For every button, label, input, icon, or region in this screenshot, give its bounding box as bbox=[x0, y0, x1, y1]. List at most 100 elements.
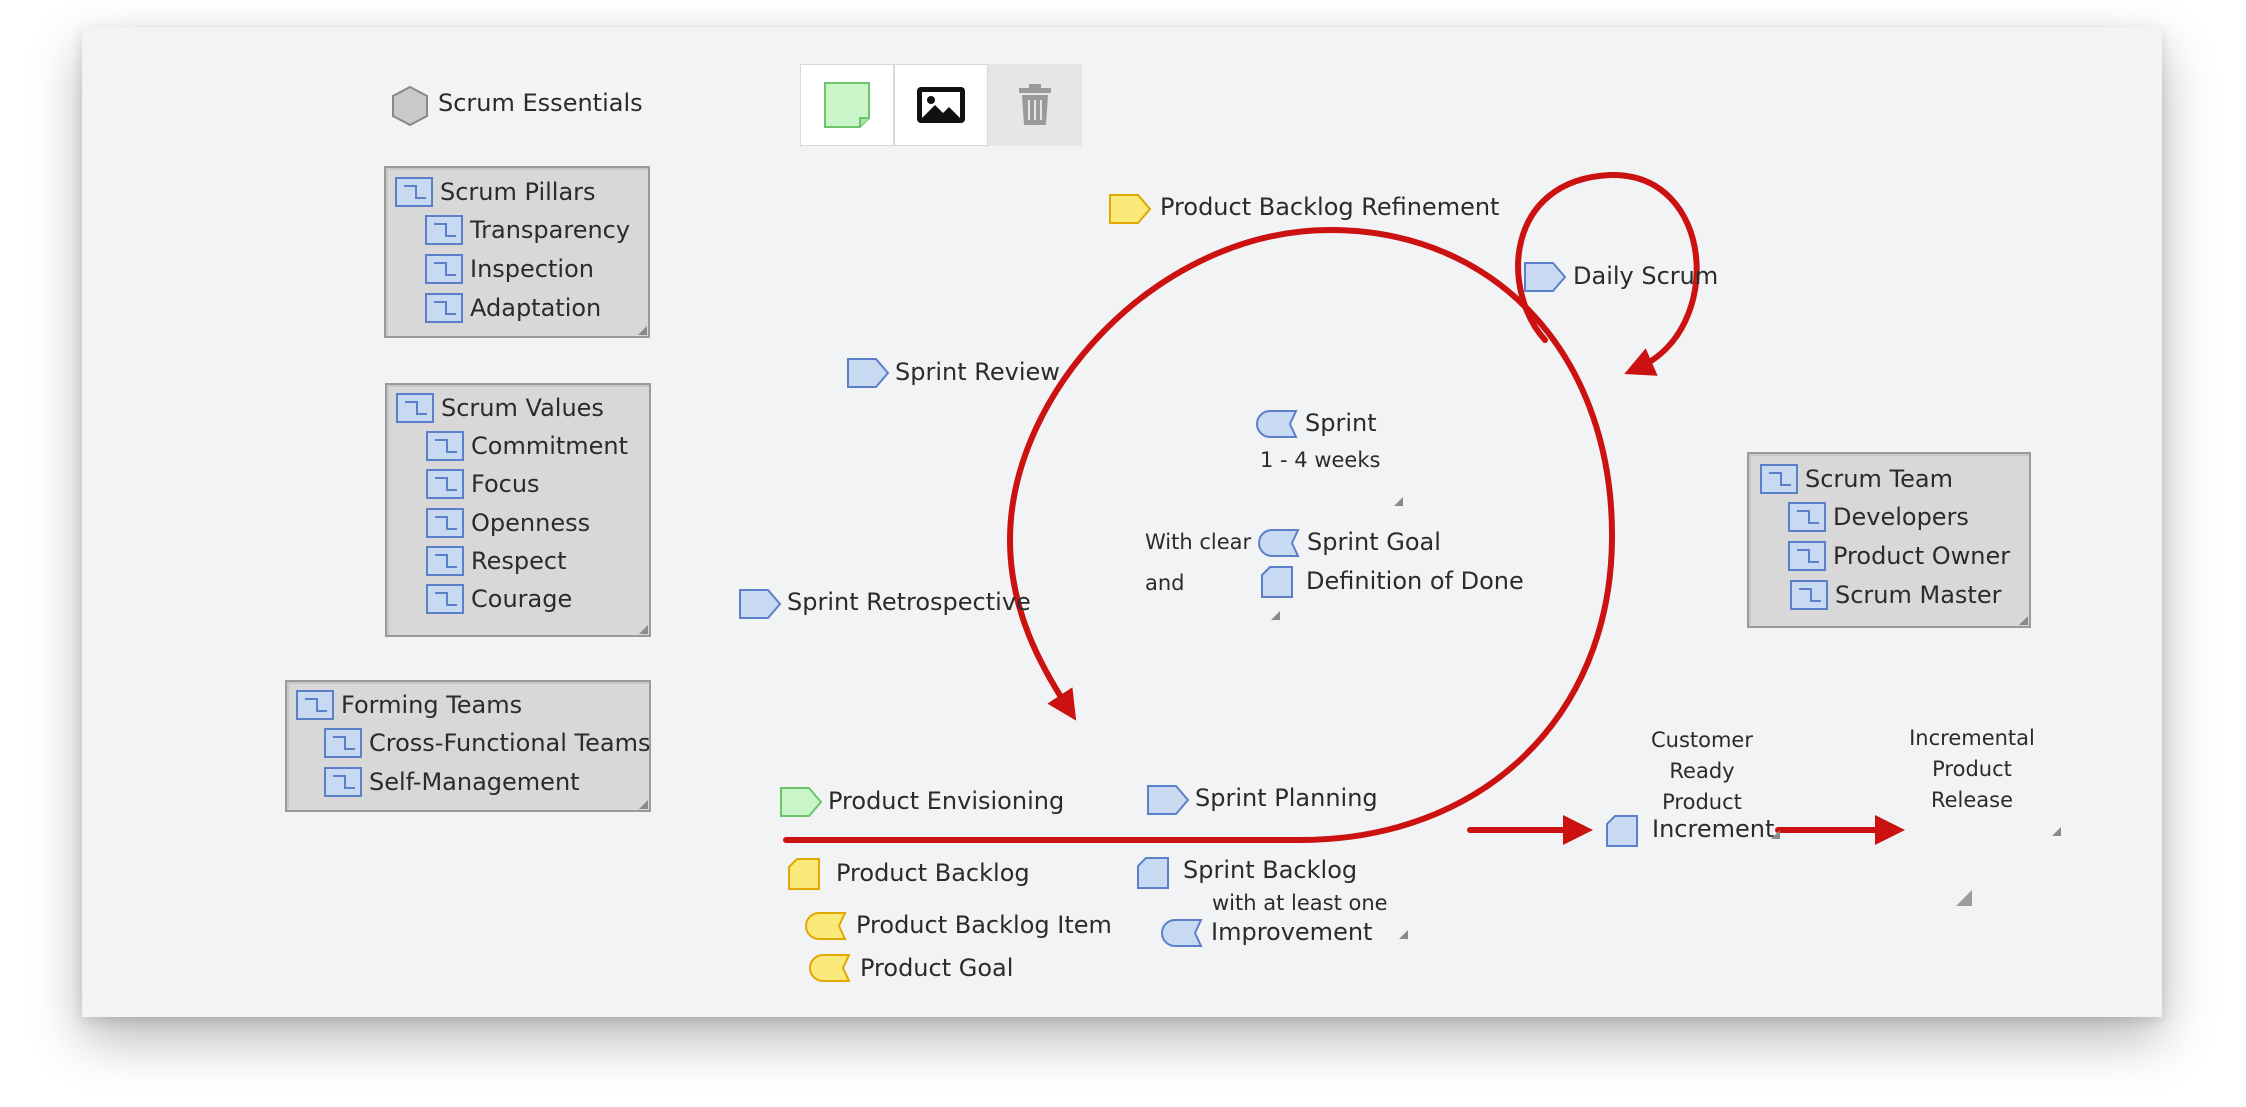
resize-handle[interactable] bbox=[638, 326, 647, 335]
event-tag-icon bbox=[1109, 194, 1152, 224]
item-label: Commitment bbox=[471, 432, 629, 460]
list-item[interactable]: Respect bbox=[425, 544, 566, 578]
with-at-least-one-text: with at least one bbox=[1212, 891, 1388, 915]
sprint-duration: 1 - 4 weeks bbox=[1260, 448, 1381, 472]
list-item[interactable]: Openness bbox=[425, 506, 590, 540]
resize-handle[interactable] bbox=[639, 625, 648, 634]
and-text: and bbox=[1145, 571, 1185, 595]
role-icon bbox=[296, 690, 334, 720]
artifact-icon bbox=[1261, 566, 1293, 598]
product-backlog-item-label[interactable]: Product Backlog Item bbox=[856, 910, 1112, 940]
increment-label[interactable]: Increment bbox=[1652, 814, 1774, 844]
resize-handle[interactable] bbox=[639, 800, 648, 809]
event-sprint-planning[interactable]: Sprint Planning bbox=[1195, 783, 1378, 813]
list-item[interactable]: Developers bbox=[1787, 500, 1969, 534]
role-icon bbox=[425, 293, 463, 323]
sprint-label[interactable]: Sprint bbox=[1305, 408, 1377, 438]
resize-handle[interactable] bbox=[1399, 930, 1408, 939]
event-product-envisioning[interactable]: Product Envisioning bbox=[828, 786, 1064, 816]
role-icon bbox=[324, 728, 362, 758]
event-tag-icon bbox=[1524, 262, 1567, 292]
item-label: Respect bbox=[471, 547, 567, 575]
resize-handle[interactable] bbox=[1771, 830, 1780, 839]
resize-handle[interactable] bbox=[2019, 616, 2028, 625]
add-image-button[interactable] bbox=[894, 64, 988, 146]
item-label: Transparency bbox=[470, 216, 631, 244]
role-icon bbox=[425, 215, 463, 245]
group-scrum-values[interactable]: Scrum Values Commitment Focus Openness R… bbox=[385, 383, 651, 637]
release-line-3: Release bbox=[1930, 788, 2014, 812]
release-line-2: Product bbox=[1932, 757, 2012, 781]
artifact-icon bbox=[788, 858, 820, 890]
item-label: Focus bbox=[471, 470, 540, 498]
item-label: Scrum Master bbox=[1835, 581, 2002, 609]
list-item[interactable]: Transparency bbox=[424, 213, 630, 247]
resize-handle[interactable] bbox=[2052, 827, 2061, 836]
commitment-icon bbox=[1161, 919, 1203, 947]
product-backlog-label[interactable]: Product Backlog bbox=[836, 858, 1030, 888]
event-sprint-retrospective[interactable]: Sprint Retrospective bbox=[787, 587, 1031, 617]
role-icon bbox=[1790, 580, 1828, 610]
product-goal-label[interactable]: Product Goal bbox=[860, 953, 1013, 983]
commitment-icon bbox=[1258, 529, 1300, 557]
item-label: Cross-Functional Teams bbox=[369, 729, 651, 757]
add-note-button[interactable] bbox=[800, 64, 894, 146]
event-tag-icon bbox=[1147, 785, 1190, 815]
resize-handle[interactable] bbox=[1956, 890, 1972, 906]
list-item[interactable]: Scrum Master bbox=[1789, 578, 2001, 612]
release-line-1: Incremental bbox=[1909, 726, 2035, 750]
role-icon bbox=[1788, 502, 1826, 532]
artifact-icon bbox=[1606, 815, 1638, 847]
hexagon-icon bbox=[392, 85, 428, 127]
role-icon bbox=[426, 469, 464, 499]
definition-of-done-label[interactable]: Definition of Done bbox=[1306, 566, 1524, 596]
list-item[interactable]: Product Owner bbox=[1787, 539, 2010, 573]
item-label: Product Owner bbox=[1833, 542, 2011, 570]
list-item[interactable]: Commitment bbox=[425, 429, 628, 463]
list-item[interactable]: Courage bbox=[425, 582, 572, 616]
list-item[interactable]: Self-Management bbox=[323, 765, 580, 799]
commitment-icon bbox=[805, 912, 847, 940]
event-tag-icon bbox=[739, 589, 782, 619]
list-item[interactable]: Cross-Functional Teams bbox=[323, 726, 650, 760]
delete-button[interactable] bbox=[988, 64, 1082, 146]
group-scrum-team[interactable]: Scrum Team Developers Product Owner Scru… bbox=[1747, 452, 2031, 628]
group-header: Forming Teams bbox=[295, 688, 522, 722]
commitment-icon bbox=[809, 954, 851, 982]
toolbar bbox=[800, 64, 1082, 146]
event-tag-icon bbox=[847, 358, 890, 388]
sticky-note-icon bbox=[824, 82, 870, 128]
trash-icon bbox=[1019, 84, 1051, 125]
item-label: Adaptation bbox=[470, 294, 602, 322]
item-label: Openness bbox=[471, 509, 591, 537]
group-scrum-pillars[interactable]: Scrum Pillars Transparency Inspection Ad… bbox=[384, 166, 650, 338]
group-title: Scrum Values bbox=[441, 394, 604, 422]
group-header: Scrum Team bbox=[1759, 462, 1953, 496]
item-label: Developers bbox=[1833, 503, 1969, 531]
sprint-backlog-label[interactable]: Sprint Backlog bbox=[1183, 855, 1357, 885]
artifact-icon bbox=[1137, 857, 1169, 889]
diagram-title: Scrum Essentials bbox=[438, 89, 643, 117]
event-sprint-review[interactable]: Sprint Review bbox=[895, 357, 1060, 387]
list-item[interactable]: Adaptation bbox=[424, 291, 601, 325]
event-daily-scrum[interactable]: Daily Scrum bbox=[1573, 261, 1718, 291]
resize-handle[interactable] bbox=[1271, 611, 1280, 620]
role-icon bbox=[425, 254, 463, 284]
item-label: Inspection bbox=[470, 255, 594, 283]
group-title: Scrum Team bbox=[1805, 465, 1953, 493]
group-forming-teams[interactable]: Forming Teams Cross-Functional Teams Sel… bbox=[285, 680, 651, 812]
list-item[interactable]: Inspection bbox=[424, 252, 594, 286]
improvement-label[interactable]: Improvement bbox=[1211, 917, 1372, 947]
role-icon bbox=[426, 546, 464, 576]
resize-handle[interactable] bbox=[1394, 497, 1403, 506]
event-product-backlog-refinement[interactable]: Product Backlog Refinement bbox=[1160, 192, 1499, 222]
increment-line-1: Customer bbox=[1650, 728, 1753, 752]
role-icon bbox=[1788, 541, 1826, 571]
list-item[interactable]: Focus bbox=[425, 467, 540, 501]
role-icon bbox=[396, 393, 434, 423]
item-label: Self-Management bbox=[369, 768, 580, 796]
group-title: Forming Teams bbox=[341, 691, 523, 719]
role-icon bbox=[426, 584, 464, 614]
role-icon bbox=[395, 177, 433, 207]
sprint-goal-label[interactable]: Sprint Goal bbox=[1307, 527, 1441, 557]
